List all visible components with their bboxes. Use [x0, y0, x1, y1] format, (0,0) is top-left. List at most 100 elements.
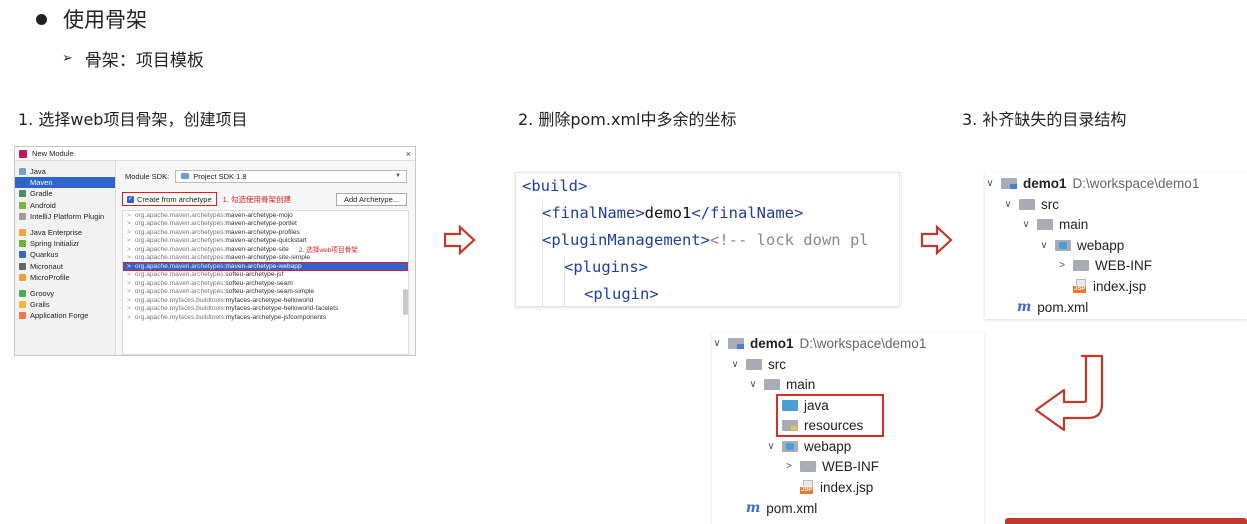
- sidebar-item-label: Android: [30, 200, 56, 210]
- pom-code-panel: <build> <finalName>demo1</finalName> <plug…: [515, 172, 900, 307]
- chevron-down-icon[interactable]: ∨: [1039, 240, 1049, 251]
- sidebar-item[interactable]: Application Forge: [15, 310, 115, 321]
- chevron-down-icon[interactable]: ∨: [1021, 219, 1031, 230]
- step-3-title: 3. 补齐缺失的目录结构: [962, 110, 1127, 129]
- tree-node[interactable]: ∨ demo1 D:\workspace\demo1: [712, 336, 926, 351]
- archetype-item[interactable]: > org.apache.maven.archetypes:softeu-arch…: [123, 288, 408, 297]
- archetype-item[interactable]: > org.apache.myfaces.buildtools:myfaces-a…: [123, 313, 408, 322]
- sidebar-item[interactable]: IntelliJ Platform Plugin: [15, 211, 115, 222]
- sidebar-item[interactable]: Micronaut: [15, 261, 115, 272]
- folder-icon: [1019, 198, 1035, 210]
- archetype-group: org.apache.maven.archetypes:: [134, 262, 226, 270]
- sdk-row: Module SDK: Project SDK 1.8 ▼: [125, 169, 407, 183]
- tree-node[interactable]: JSP index.jsp: [1057, 279, 1146, 294]
- sdk-folder-icon: [181, 173, 190, 179]
- sidebar-item-label: Gradle: [30, 189, 53, 199]
- add-archetype-button[interactable]: Add Archetype...: [335, 192, 407, 206]
- tree-node[interactable]: m pom.xml: [1001, 299, 1088, 315]
- sidebar-item[interactable]: Spring Initializr: [15, 238, 115, 249]
- tree-node-label: index.jsp: [1093, 278, 1147, 294]
- archetype-item[interactable]: > org.apache.maven.archetypes:softeu-arch…: [123, 271, 408, 280]
- archetype-item[interactable]: > org.apache.maven.archetypes:maven-arche…: [123, 220, 408, 229]
- archetype-name: maven-archetype-mojo: [225, 211, 293, 219]
- tree-node[interactable]: JSP index.jsp: [784, 480, 873, 495]
- chevron-down-icon[interactable]: ∨: [1003, 199, 1013, 210]
- tree-node[interactable]: ∨ main: [1021, 217, 1088, 232]
- folder-icon: [800, 461, 816, 472]
- archetype-label: org.apache.maven.archetypes:maven-archet…: [135, 254, 310, 261]
- tree-node[interactable]: ∨ main: [748, 377, 815, 392]
- tree-node[interactable]: ∨ webapp: [766, 439, 851, 454]
- bullet-dot: [36, 13, 47, 25]
- archetype-group: org.apache.maven.archetypes:: [134, 288, 226, 296]
- sidebar-item[interactable]: Groovy: [15, 288, 115, 299]
- archetype-name: maven-archetype-quickstart: [225, 237, 307, 245]
- folder-icon: [1073, 260, 1089, 271]
- tree-node[interactable]: > WEB-INF: [784, 459, 879, 474]
- archetype-item[interactable]: > org.apache.myfaces.buildtools:myfaces-a…: [123, 305, 408, 314]
- tree-node[interactable]: > WEB-INF: [1057, 258, 1152, 273]
- sidebar-item[interactable]: Gradle: [15, 188, 115, 199]
- chevron-right-icon: >: [127, 211, 131, 219]
- chevron-down-icon[interactable]: ∨: [748, 379, 758, 390]
- sidebar-item[interactable]: Maven: [15, 177, 115, 189]
- chevron-right-icon[interactable]: >: [1057, 260, 1067, 271]
- tree-node-label: index.jsp: [820, 479, 874, 495]
- archetype-group: org.apache.maven.archetypes:: [134, 211, 226, 219]
- chevron-down-icon[interactable]: ∨: [730, 359, 740, 370]
- sidebar-item[interactable]: Java: [15, 166, 115, 177]
- tree-node-label: demo1: [750, 336, 794, 351]
- archetype-item[interactable]: > org.apache.maven.archetypes:maven-arche…: [123, 228, 408, 237]
- webapp-folder-icon: [782, 440, 798, 452]
- code-line: <pluginManagement><!-- lock down pl: [542, 231, 869, 249]
- archetype-item[interactable]: > org.apache.maven.archetypes:maven-arche…: [123, 237, 408, 246]
- dialog-titlebar: New Module ×: [15, 147, 415, 161]
- chevron-down-icon[interactable]: ∨: [985, 178, 995, 189]
- archetype-item[interactable]: > org.apache.maven.archetypes:maven-arche…: [123, 254, 408, 263]
- chevron-right-icon: >: [127, 254, 131, 262]
- jsp-file-icon: JSP: [800, 480, 814, 494]
- module-folder-icon: [728, 338, 744, 349]
- subheading: ➢ 骨架：项目模板: [62, 46, 204, 71]
- arrowhead-icon: ➢: [62, 51, 73, 66]
- archetype-list-scrollbar[interactable]: [403, 289, 408, 315]
- archetype-label: org.apache.myfaces.buildtools:myfaces-ar…: [135, 297, 314, 304]
- tree-node[interactable]: resources: [766, 418, 863, 433]
- tree-node-label: resources: [804, 418, 864, 433]
- archetype-item[interactable]: > org.apache.myfaces.buildtools:myfaces-a…: [123, 296, 408, 305]
- tree-node[interactable]: m pom.xml: [730, 500, 817, 516]
- maven-pom-icon: m: [1017, 299, 1032, 315]
- sdk-select[interactable]: Project SDK 1.8 ▼: [175, 169, 407, 183]
- sidebar-item[interactable]: Java Enterprise: [15, 227, 115, 238]
- sidebar-item[interactable]: Quarkus: [15, 249, 115, 260]
- create-from-archetype-checkbox[interactable]: ✓ Create from archetype: [122, 192, 217, 206]
- close-icon[interactable]: ×: [406, 149, 411, 159]
- create-archetype-label: Create from archetype: [137, 194, 212, 204]
- archetype-item[interactable]: > org.apache.maven.archetypes:maven-arche…: [123, 211, 408, 220]
- xml-tag: <plugin>: [584, 285, 659, 303]
- archetype-item[interactable]: > org.apache.maven.archetypes:maven-arche…: [123, 262, 408, 271]
- tree-node[interactable]: ∨ demo1 D:\workspace\demo1: [985, 176, 1199, 191]
- archetype-group: org.apache.maven.archetypes:: [134, 237, 226, 245]
- chevron-right-icon[interactable]: >: [784, 461, 794, 472]
- jsp-file-icon: JSP: [1073, 279, 1087, 293]
- code-line: <finalName>demo1</finalName>: [542, 204, 803, 222]
- sidebar-item[interactable]: Grails: [15, 299, 115, 310]
- webapp-folder-icon: [1055, 239, 1071, 251]
- sidebar-item[interactable]: Android: [15, 200, 115, 211]
- annotation-2: 2. 选择web项目骨架: [298, 247, 358, 255]
- chevron-down-icon[interactable]: ∨: [712, 338, 722, 349]
- tree-node-label: WEB-INF: [1095, 258, 1152, 273]
- tree-node[interactable]: ∨ src: [730, 357, 786, 372]
- archetype-item[interactable]: > org.apache.maven.archetypes:maven-arche…: [123, 245, 408, 255]
- tree-node-label: pom.xml: [766, 500, 818, 516]
- tree-node-label: main: [786, 377, 816, 392]
- tree-node[interactable]: ∨ src: [1003, 197, 1059, 212]
- chevron-down-icon[interactable]: ∨: [766, 441, 776, 452]
- sdk-label: Module SDK:: [125, 171, 170, 181]
- sidebar-item[interactable]: MicroProfile: [15, 272, 115, 283]
- chevron-right-icon: >: [127, 245, 131, 253]
- tree-node[interactable]: ∨ webapp: [1039, 238, 1124, 253]
- archetype-item[interactable]: > org.apache.maven.archetypes:softeu-arch…: [123, 279, 408, 288]
- tree-node[interactable]: java: [766, 398, 829, 413]
